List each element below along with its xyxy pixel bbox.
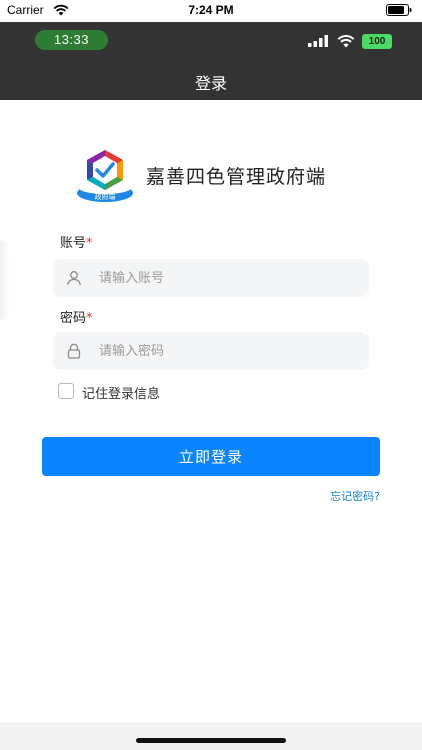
forgot-password-link[interactable]: 忘记密码? xyxy=(330,488,380,504)
login-button[interactable]: 立即登录 xyxy=(42,437,380,476)
account-label: 账号* xyxy=(60,232,93,251)
password-label: 密码* xyxy=(60,307,93,326)
password-field[interactable] xyxy=(53,332,369,370)
account-label-text: 账号 xyxy=(60,236,87,251)
navigation-bar: 13:33 100 登录 xyxy=(0,22,422,100)
page-title: 登录 xyxy=(194,74,227,93)
user-icon xyxy=(67,271,81,286)
account-input[interactable] xyxy=(99,259,359,297)
system-wifi-icon xyxy=(337,35,355,48)
bottom-bar xyxy=(0,722,422,750)
password-input[interactable] xyxy=(99,332,359,370)
app-title: 嘉善四色管理政府端 xyxy=(146,166,327,188)
app-logo: 政府端 xyxy=(77,150,133,202)
status-time: 7:24 PM xyxy=(188,3,234,17)
logo-text: 政府端 xyxy=(95,192,116,201)
cell-signal-icon xyxy=(308,35,328,47)
battery-icon xyxy=(386,4,412,16)
required-mark: * xyxy=(86,236,93,251)
system-battery-badge: 100 xyxy=(362,34,392,49)
remember-checkbox[interactable] xyxy=(58,383,74,399)
ios-status-bar: Carrier 7:24 PM xyxy=(0,0,422,22)
edge-shadow xyxy=(0,240,10,320)
home-indicator[interactable] xyxy=(136,738,286,743)
password-label-text: 密码 xyxy=(60,311,87,326)
remember-label: 记住登录信息 xyxy=(82,387,161,402)
system-time-pill: 13:33 xyxy=(35,30,108,50)
lock-icon xyxy=(67,343,81,359)
account-field[interactable] xyxy=(53,259,369,297)
required-mark: * xyxy=(86,311,93,326)
